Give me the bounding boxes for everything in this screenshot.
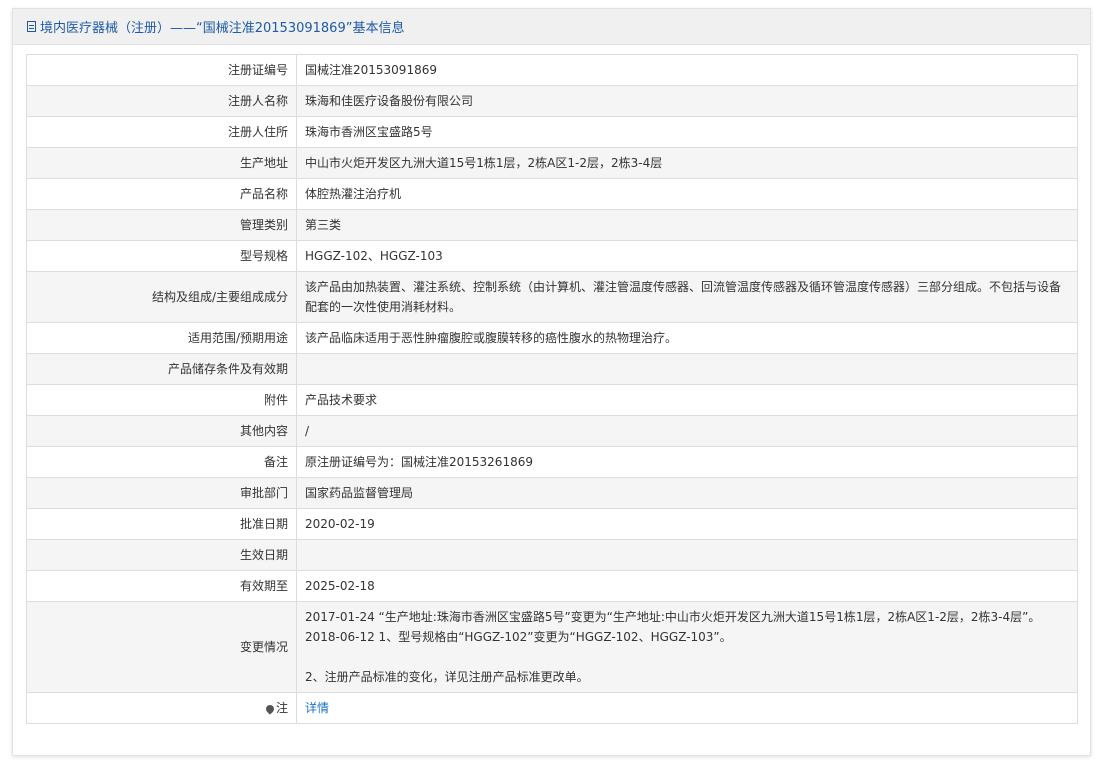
panel-header: 境内医疗器械（注册）——“国械注准20153091869”基本信息 [13,9,1090,45]
table-row: 生效日期 [26,539,1078,571]
row-value: 国械注准20153091869 [296,54,1078,86]
table-row: 注册证编号 国械注准20153091869 [26,54,1078,86]
row-label: 有效期至 [26,570,297,602]
row-label: 生效日期 [26,539,297,571]
row-label: 变更情况 [26,601,297,693]
info-table: 注册证编号 国械注准20153091869 注册人名称 珠海和佳医疗设备股份有限… [26,54,1078,724]
row-value: 2017-01-24 “生产地址:珠海市香洲区宝盛路5号”变更为“生产地址:中山… [296,601,1078,693]
row-label: 适用范围/预期用途 [26,322,297,354]
table-row: 审批部门 国家药品监督管理局 [26,477,1078,509]
table-row: 备注 原注册证编号为：国械注准20153261869 [26,446,1078,478]
info-panel: 境内医疗器械（注册）——“国械注准20153091869”基本信息 注册证编号 … [12,8,1091,756]
row-value: 产品技术要求 [296,384,1078,416]
pin-icon [264,702,276,715]
row-value: 国家药品监督管理局 [296,477,1078,509]
row-label: 生产地址 [26,147,297,179]
row-label: 其他内容 [26,415,297,447]
table-row: 其他内容 / [26,415,1078,447]
table-row: 注册人住所 珠海市香洲区宝盛路5号 [26,116,1078,148]
page-title: 境内医疗器械（注册）——“国械注准20153091869”基本信息 [40,21,405,36]
table-row: 生产地址 中山市火炬开发区九洲大道15号1栋1层，2栋A区1-2层，2栋3-4层 [26,147,1078,179]
row-value [296,539,1078,571]
detail-link[interactable]: 详情 [305,701,329,715]
table-row: 管理类别 第三类 [26,209,1078,241]
row-label: 注册证编号 [26,54,297,86]
row-value: 中山市火炬开发区九洲大道15号1栋1层，2栋A区1-2层，2栋3-4层 [296,147,1078,179]
note-value-cell: 详情 [296,692,1078,724]
row-label: 注册人住所 [26,116,297,148]
table-row: 批准日期 2020-02-19 [26,508,1078,540]
row-label: 批准日期 [26,508,297,540]
row-label: 管理类别 [26,209,297,241]
row-label: 审批部门 [26,477,297,509]
row-value: 2025-02-18 [296,570,1078,602]
table-row: 适用范围/预期用途 该产品临床适用于恶性肿瘤腹腔或腹膜转移的癌性腹水的热物理治疗… [26,322,1078,354]
row-value: 珠海和佳医疗设备股份有限公司 [296,85,1078,117]
table-row: 型号规格 HGGZ-102、HGGZ-103 [26,240,1078,272]
row-value: / [296,415,1078,447]
row-label: 产品名称 [26,178,297,210]
note-label: 注 [275,701,288,715]
table-row: 注册人名称 珠海和佳医疗设备股份有限公司 [26,85,1078,117]
row-value: 第三类 [296,209,1078,241]
table-row: 产品名称 体腔热灌注治疗机 [26,178,1078,210]
note-label-cell: 注 [26,692,297,724]
row-value: 原注册证编号为：国械注准20153261869 [296,446,1078,478]
row-label: 注册人名称 [26,85,297,117]
note-row: 注 详情 [26,692,1078,724]
table-row: 结构及组成/主要组成成分 该产品由加热装置、灌注系统、控制系统（由计算机、灌注管… [26,271,1078,323]
row-value: 珠海市香洲区宝盛路5号 [296,116,1078,148]
row-label: 附件 [26,384,297,416]
row-value: 该产品临床适用于恶性肿瘤腹腔或腹膜转移的癌性腹水的热物理治疗。 [296,322,1078,354]
row-label: 备注 [26,446,297,478]
row-label: 结构及组成/主要组成成分 [26,271,297,323]
table-row: 附件 产品技术要求 [26,384,1078,416]
table-row: 变更情况 2017-01-24 “生产地址:珠海市香洲区宝盛路5号”变更为“生产… [26,601,1078,693]
table-row: 产品储存条件及有效期 [26,353,1078,385]
row-label: 产品储存条件及有效期 [26,353,297,385]
document-icon [27,21,36,32]
row-value: 体腔热灌注治疗机 [296,178,1078,210]
row-value: HGGZ-102、HGGZ-103 [296,240,1078,272]
row-value: 2020-02-19 [296,508,1078,540]
row-value [296,353,1078,385]
table-row: 有效期至 2025-02-18 [26,570,1078,602]
row-label: 型号规格 [26,240,297,272]
row-value: 该产品由加热装置、灌注系统、控制系统（由计算机、灌注管温度传感器、回流管温度传感… [296,271,1078,323]
